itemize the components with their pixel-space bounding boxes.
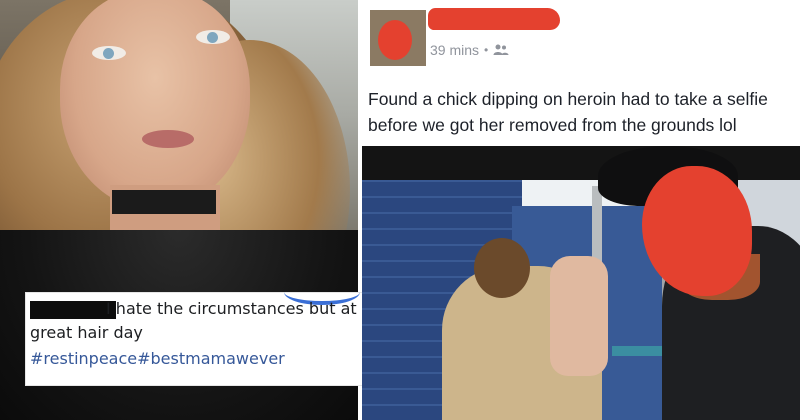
lips	[142, 130, 194, 148]
peace-sign-hand	[550, 256, 608, 376]
caption-line-2: great hair day	[30, 323, 143, 342]
post-meta: 39 mins •	[430, 42, 509, 58]
woman-hair	[474, 238, 530, 298]
choker	[112, 190, 216, 214]
post-photo[interactable]	[362, 146, 800, 420]
post-text: Found a chick dipping on heroin had to t…	[368, 89, 768, 135]
meta-separator: •	[484, 43, 489, 57]
name-redaction	[30, 301, 116, 319]
profile-avatar[interactable]	[370, 10, 426, 66]
right-eye	[196, 30, 230, 44]
friends-icon[interactable]	[493, 44, 509, 56]
poster-name-redaction	[428, 8, 560, 30]
caption-hashtags[interactable]: #restinpeace#bestmamawever	[30, 349, 285, 368]
post-timestamp[interactable]: 39 mins	[430, 42, 479, 58]
facebook-post: 39 mins • Found a chick dipping on heroi…	[362, 0, 800, 420]
left-eye	[92, 46, 126, 60]
avatar-redaction	[378, 20, 412, 60]
